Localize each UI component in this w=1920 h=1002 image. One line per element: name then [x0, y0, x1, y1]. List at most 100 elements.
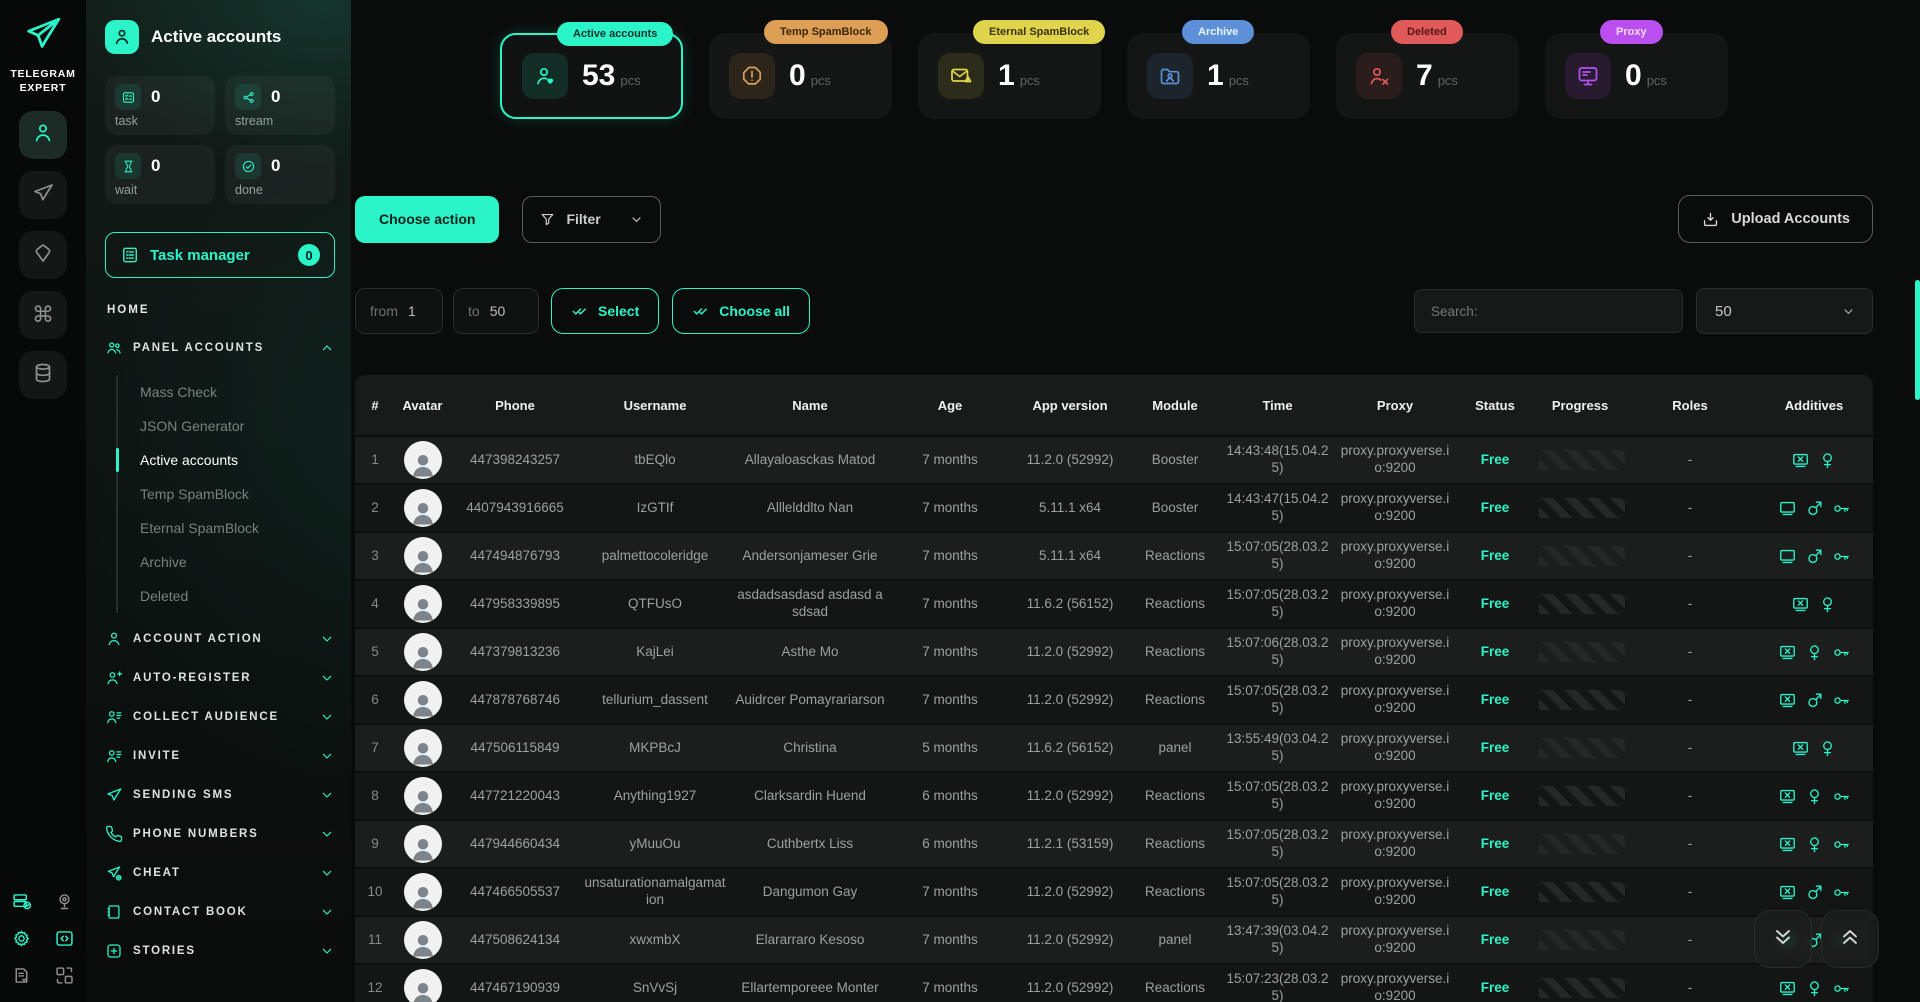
task-manager-icon — [120, 245, 140, 265]
gear-icon[interactable] — [11, 928, 32, 949]
cell-name: Ellartemporeee Monter — [730, 978, 890, 999]
toolbar: Choose action Filter Upload Accounts — [355, 195, 1873, 243]
page-scrollbar-thumb[interactable] — [1915, 280, 1920, 400]
stat-card-deleted[interactable]: Deleted7pcs — [1336, 33, 1519, 119]
filter-button[interactable]: Filter — [522, 196, 661, 243]
sidebar: Active accounts 0task0stream0wait0done T… — [86, 0, 351, 1002]
stat-card-unit: pcs — [620, 73, 640, 88]
scroll-to-bottom-button[interactable] — [1754, 910, 1812, 968]
stat-card-archive[interactable]: Archive1pcs — [1127, 33, 1310, 119]
table-row[interactable]: 12447467190939SnVvSjEllartemporeee Monte… — [355, 963, 1873, 1002]
cell-phone: 447398243257 — [450, 450, 580, 471]
sidebar-item-temp-spamblock[interactable]: Temp SpamBlock — [118, 477, 335, 511]
table-row[interactable]: 4447958339895QTFUsOasdadsasdasd asdasd a… — [355, 579, 1873, 627]
sidebar-item-deleted[interactable]: Deleted — [118, 579, 335, 613]
table-row[interactable]: 24407943916665IzGTIfAlllelddlto Nan7 mon… — [355, 483, 1873, 531]
rail-command-button[interactable]: ⌘ — [19, 291, 67, 339]
progress-bar — [1539, 450, 1625, 470]
cell-proxy: proxy.proxyverse.io:9200 — [1335, 969, 1455, 1002]
choose-all-button[interactable]: Choose all — [672, 288, 810, 334]
sidebar-group-account-action[interactable]: ACCOUNT ACTION — [105, 627, 335, 651]
avatar — [404, 873, 442, 911]
sidebar-item-home[interactable]: HOME — [107, 304, 335, 316]
sidebar-item-mass-check[interactable]: Mass Check — [118, 375, 335, 409]
code-window-icon[interactable] — [54, 928, 75, 949]
sidebar-group-sending-sms[interactable]: SENDING SMS — [105, 783, 335, 807]
cell-age: 7 months — [890, 546, 1010, 567]
page-size-value: 50 — [1715, 303, 1732, 320]
from-input[interactable]: from 1 — [355, 288, 443, 334]
sidebar-group-phone-numbers[interactable]: PHONE NUMBERS — [105, 822, 335, 846]
avatar — [404, 441, 442, 479]
progress-bar — [1539, 786, 1625, 806]
stat-card-proxy[interactable]: Proxy0pcs — [1545, 33, 1728, 119]
scroll-to-top-button[interactable] — [1821, 910, 1879, 968]
cell-app-version: 11.2.0 (52992) — [1010, 930, 1130, 951]
rail-sending-button[interactable] — [19, 171, 67, 219]
cell-time: 15:07:05(28.03.25) — [1220, 537, 1335, 575]
server-check-icon[interactable] — [11, 891, 32, 912]
sidebar-group-cheat[interactable]: CHEAT — [105, 861, 335, 885]
table-row[interactable]: 11447508624134xwxmbXElararraro Kesoso7 m… — [355, 915, 1873, 963]
stat-card-eternal-spamblock[interactable]: Eternal SpamBlock1pcs — [918, 33, 1101, 119]
cell-status: Free — [1455, 642, 1535, 663]
cell-phone: 447878768746 — [450, 690, 580, 711]
to-value: 50 — [490, 303, 506, 319]
table-row[interactable]: 10447466505537unsaturationamalgamationDa… — [355, 867, 1873, 915]
swap-windows-icon[interactable] — [54, 965, 75, 986]
cell-roles: - — [1625, 738, 1755, 759]
sidebar-group-collect-audience[interactable]: COLLECT AUDIENCE — [105, 705, 335, 729]
cell-avatar — [395, 487, 450, 529]
sidebar-item-eternal-spamblock[interactable]: Eternal SpamBlock — [118, 511, 335, 545]
cell-name: Asthe Mo — [730, 642, 890, 663]
cell-username: unsaturationamalgamation — [580, 873, 730, 911]
sidebar-item-active-accounts[interactable]: Active accounts — [118, 443, 335, 477]
cell-roles: - — [1625, 786, 1755, 807]
sidebar-item-archive[interactable]: Archive — [118, 545, 335, 579]
table-row[interactable]: 9447944660434yMuuOuCuthbertx Liss6 month… — [355, 819, 1873, 867]
progress-bar — [1539, 498, 1625, 518]
table-row[interactable]: 7447506115849MKPBcJChristina5 months11.6… — [355, 723, 1873, 771]
select-label: Select — [598, 303, 639, 319]
stat-card-badge: Active accounts — [557, 22, 673, 46]
choose-action-button[interactable]: Choose action — [355, 196, 499, 243]
sidebar-group-invite[interactable]: INVITE — [105, 744, 335, 768]
table-row[interactable]: 1447398243257tbEQloAllayaloasckas Matod7… — [355, 435, 1873, 483]
rail-accounts-button[interactable] — [19, 111, 67, 159]
chevron-down-icon — [1841, 304, 1856, 319]
cell-index: 2 — [355, 498, 395, 519]
avatar — [404, 585, 442, 623]
cell-proxy: proxy.proxyverse.io:9200 — [1335, 873, 1455, 911]
rail-premium-button[interactable] — [19, 231, 67, 279]
table-row[interactable]: 3447494876793palmettocoleridgeAndersonja… — [355, 531, 1873, 579]
rail-database-button[interactable] — [19, 351, 67, 399]
sidebar-group-contact-book[interactable]: CONTACT BOOK — [105, 900, 335, 924]
to-input[interactable]: to 50 — [453, 288, 539, 334]
stat-card-active-accounts[interactable]: Active accounts53pcs — [500, 33, 683, 119]
plus-square-icon — [105, 942, 123, 960]
table-row[interactable]: 8447721220043Anything1927Clarksardin Hue… — [355, 771, 1873, 819]
sidebar-group-auto-register[interactable]: AUTO-REGISTER — [105, 666, 335, 690]
cell-module: Reactions — [1130, 882, 1220, 903]
document-check-icon[interactable] — [11, 965, 32, 986]
stat-card-value: 7 — [1416, 59, 1433, 92]
upload-accounts-button[interactable]: Upload Accounts — [1678, 195, 1873, 243]
select-button[interactable]: Select — [551, 288, 659, 334]
cell-index: 9 — [355, 834, 395, 855]
page-size-select[interactable]: 50 — [1696, 288, 1873, 334]
sidebar-group-panel-accounts[interactable]: PANEL ACCOUNTS — [105, 336, 335, 360]
stat-card-temp-spamblock[interactable]: Temp SpamBlock0pcs — [709, 33, 892, 119]
task-manager-button[interactable]: Task manager 0 — [105, 232, 335, 278]
key-icon — [1832, 835, 1851, 854]
cell-time: 13:47:39(03.04.25) — [1220, 921, 1335, 959]
cell-name: Andersonjameser Grie — [730, 546, 890, 567]
sidebar-group-stories[interactable]: STORIES — [105, 939, 335, 963]
webcam-icon[interactable] — [54, 891, 75, 912]
cell-progress — [1535, 784, 1625, 808]
female-icon — [1805, 787, 1824, 806]
search-input[interactable] — [1414, 289, 1683, 333]
paper-plane-icon — [31, 181, 55, 210]
table-row[interactable]: 5447379813236KajLeiAsthe Mo7 months11.2.… — [355, 627, 1873, 675]
sidebar-item-json-generator[interactable]: JSON Generator — [118, 409, 335, 443]
table-row[interactable]: 6447878768746tellurium_dassentAuidrcer P… — [355, 675, 1873, 723]
